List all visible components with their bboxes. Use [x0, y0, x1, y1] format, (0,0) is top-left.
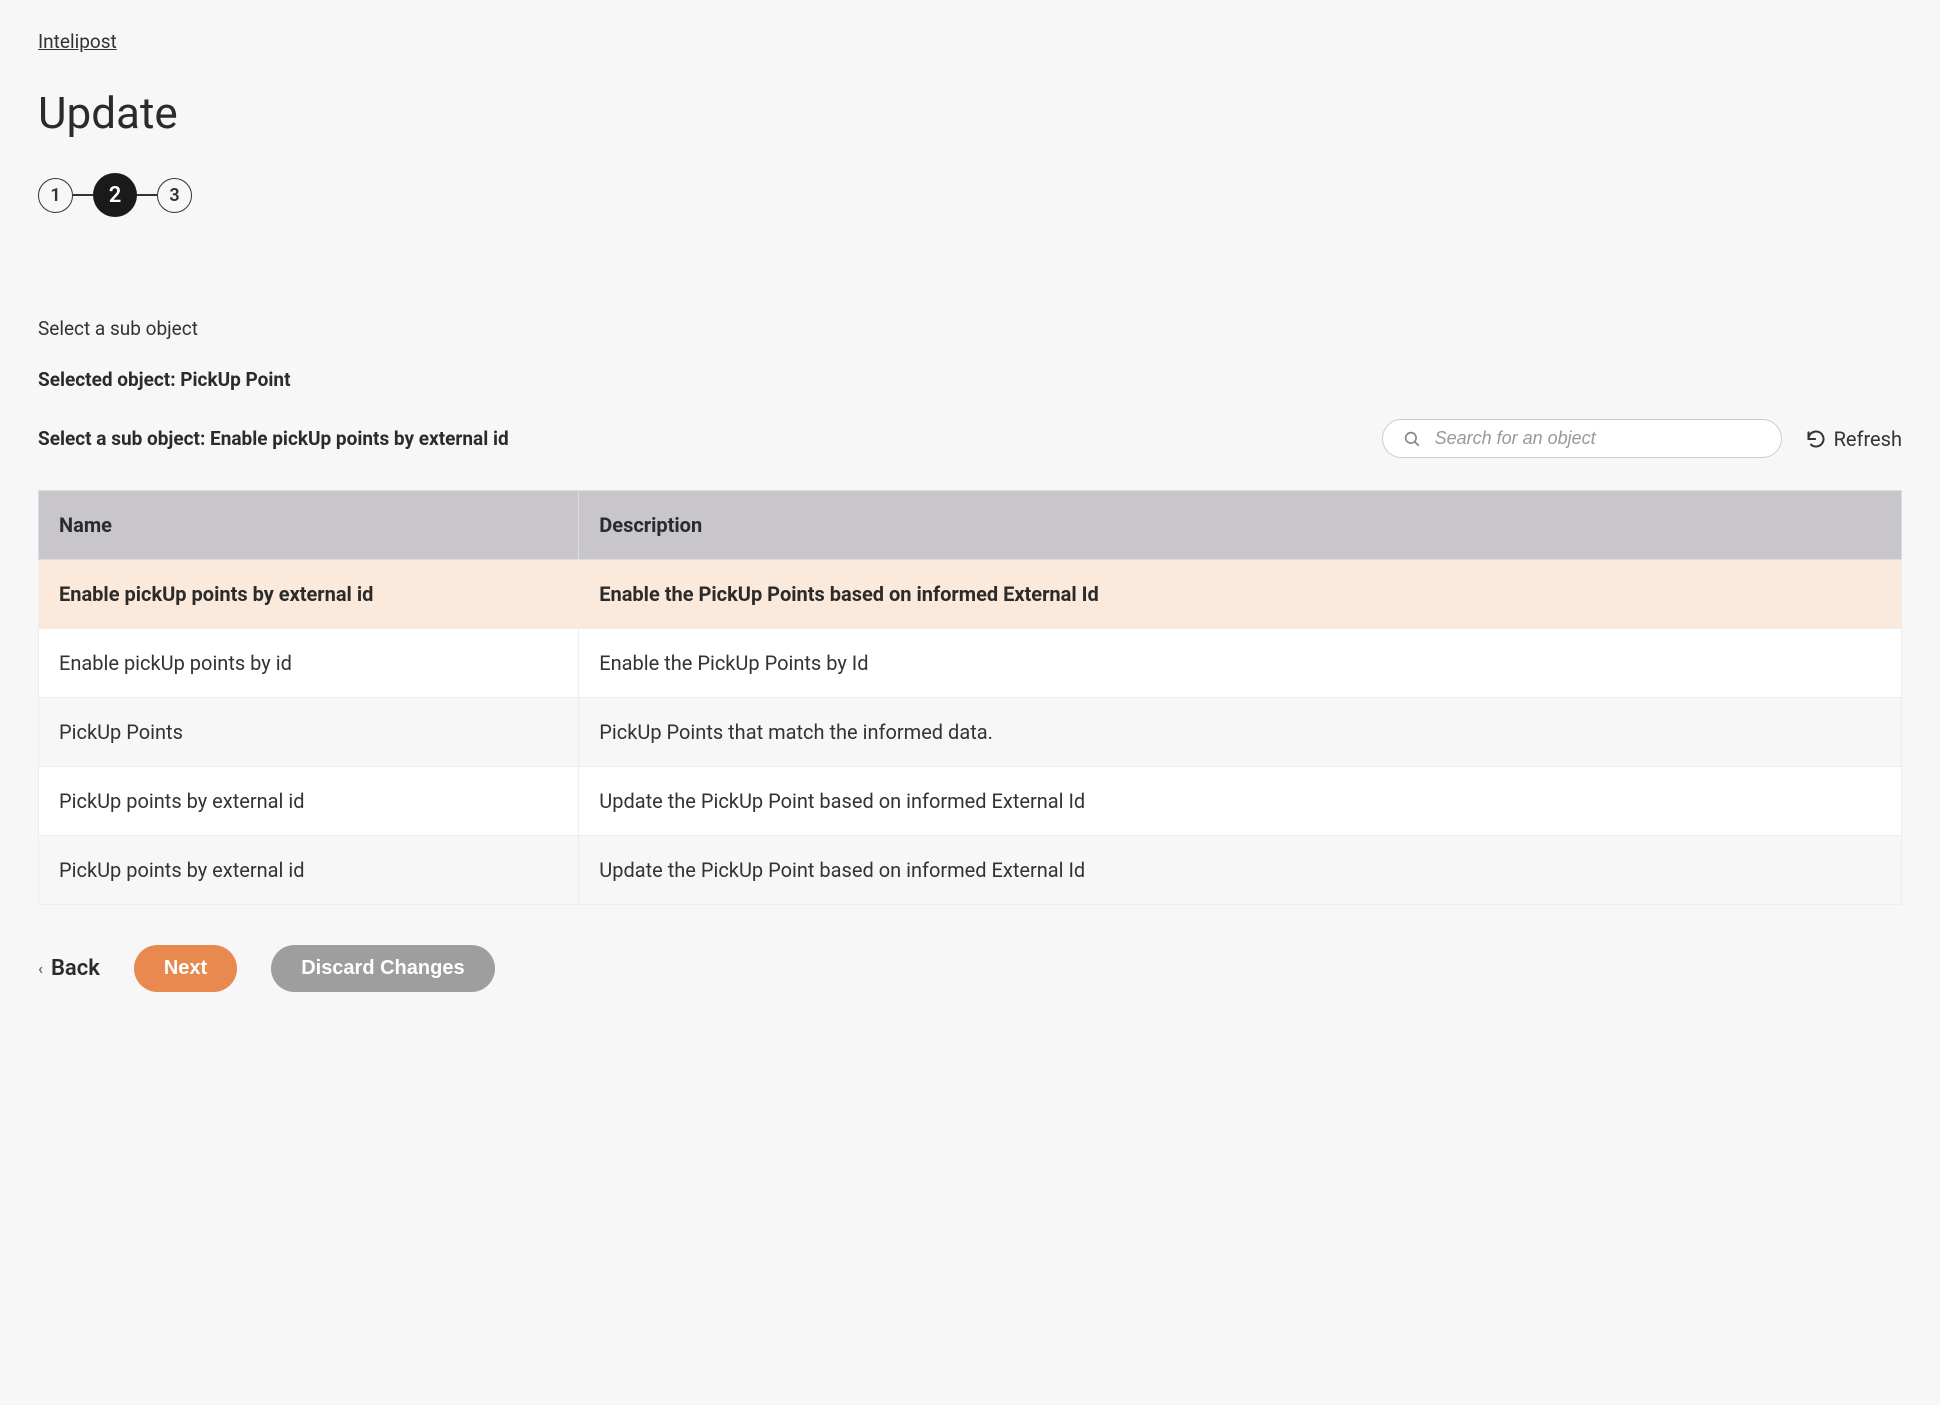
refresh-icon: [1806, 429, 1826, 449]
refresh-label: Refresh: [1834, 427, 1902, 451]
row-description: Enable the PickUp Points by Id: [579, 629, 1902, 698]
table-row[interactable]: PickUp points by external idUpdate the P…: [39, 767, 1902, 836]
step-3[interactable]: 3: [157, 178, 192, 213]
sub-object-table: Name Description Enable pickUp points by…: [38, 490, 1902, 905]
discard-button[interactable]: Discard Changes: [271, 945, 494, 992]
selected-object-label: Selected object: PickUp Point: [38, 368, 1902, 391]
step-connector: [73, 194, 93, 196]
search-icon: [1403, 430, 1421, 448]
search-input[interactable]: [1435, 428, 1761, 449]
table-header-name: Name: [39, 491, 579, 560]
sub-object-label: Select a sub object: Enable pickUp point…: [38, 427, 1362, 450]
table-header-description: Description: [579, 491, 1902, 560]
row-name: Enable pickUp points by external id: [39, 560, 579, 629]
chevron-left-icon: ‹: [38, 959, 43, 978]
instruction-text: Select a sub object: [38, 317, 1902, 340]
row-name: Enable pickUp points by id: [39, 629, 579, 698]
row-description: Enable the PickUp Points based on inform…: [579, 560, 1902, 629]
step-connector: [137, 194, 157, 196]
step-2[interactable]: 2: [93, 173, 137, 217]
next-button[interactable]: Next: [134, 945, 237, 992]
table-row[interactable]: Enable pickUp points by external idEnabl…: [39, 560, 1902, 629]
table-row[interactable]: PickUp PointsPickUp Points that match th…: [39, 698, 1902, 767]
search-box[interactable]: [1382, 419, 1782, 458]
row-name: PickUp points by external id: [39, 767, 579, 836]
row-description: Update the PickUp Point based on informe…: [579, 836, 1902, 905]
stepper: 123: [38, 173, 1902, 217]
refresh-button[interactable]: Refresh: [1806, 427, 1902, 451]
back-button[interactable]: ‹ Back: [38, 956, 100, 981]
row-description: PickUp Points that match the informed da…: [579, 698, 1902, 767]
table-row[interactable]: Enable pickUp points by idEnable the Pic…: [39, 629, 1902, 698]
row-name: PickUp points by external id: [39, 836, 579, 905]
table-row[interactable]: PickUp points by external idUpdate the P…: [39, 836, 1902, 905]
step-1[interactable]: 1: [38, 178, 73, 213]
row-description: Update the PickUp Point based on informe…: [579, 767, 1902, 836]
row-name: PickUp Points: [39, 698, 579, 767]
back-label: Back: [51, 956, 100, 981]
page-title: Update: [38, 87, 1902, 139]
breadcrumb-link[interactable]: Intelipost: [38, 30, 117, 53]
